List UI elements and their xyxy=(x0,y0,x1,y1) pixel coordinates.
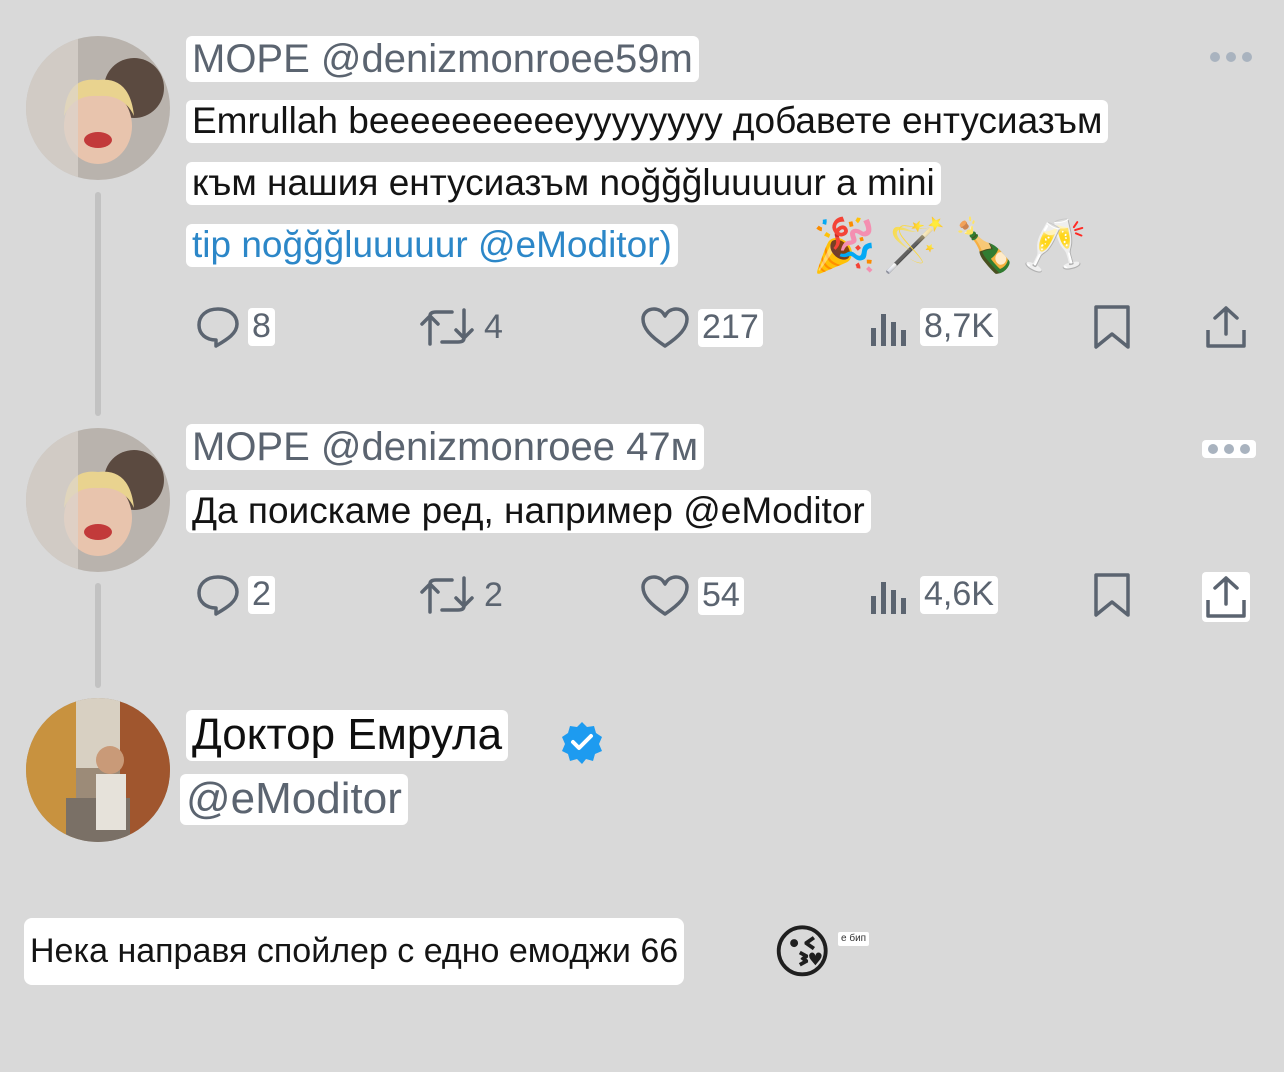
bookmark-button[interactable] xyxy=(1092,572,1132,618)
views-icon xyxy=(868,574,912,616)
avatar[interactable] xyxy=(26,698,170,842)
thread-line xyxy=(95,192,101,416)
retweet-icon xyxy=(418,574,476,616)
more-icon[interactable] xyxy=(1202,440,1256,458)
views-icon xyxy=(868,306,912,348)
party-popper-icon: 🎉 xyxy=(812,217,877,275)
retweet-icon xyxy=(418,306,476,348)
kiss-emoji-icon: 😘 xyxy=(772,920,833,985)
bookmark-icon xyxy=(1092,572,1132,618)
display-name[interactable]: Доктор Емрула xyxy=(186,710,509,761)
views-count: 8,7K xyxy=(920,307,998,346)
retweet-button[interactable]: 2 xyxy=(418,574,503,616)
reply-count: 2 xyxy=(248,575,275,614)
reply-text: Нека направя спойлер с едно емоджи 66 xyxy=(24,918,685,986)
like-icon xyxy=(640,574,690,618)
like-button[interactable]: 217 xyxy=(640,306,763,350)
magic-wand-icon: 🪄 xyxy=(882,217,947,275)
clinking-glasses-icon: 🥂 xyxy=(1022,217,1087,275)
avatar[interactable] xyxy=(26,428,170,572)
like-count: 217 xyxy=(698,308,763,347)
reply-button[interactable]: 8 xyxy=(196,306,275,348)
like-button[interactable]: 54 xyxy=(640,574,744,618)
views-button[interactable]: 8,7K xyxy=(868,306,998,348)
avatar[interactable] xyxy=(26,36,170,180)
small-label: е бип xyxy=(838,932,870,946)
share-icon xyxy=(1204,574,1248,620)
tweet-header: MOPE @denizmonroee 47м xyxy=(186,424,705,470)
champagne-bottle-icon: 🍾 xyxy=(952,217,1017,275)
reply-button[interactable]: 2 xyxy=(196,574,275,616)
reply-count: 8 xyxy=(248,307,275,346)
tweet-text-line: Emrullah beeeeeeeeeeyyyyyyyy добавете ен… xyxy=(186,100,1109,143)
share-button[interactable] xyxy=(1204,304,1248,350)
reply-icon xyxy=(196,306,240,348)
tweet-header: MOPE @denizmonroee59m xyxy=(186,36,699,82)
tweet-text-link[interactable]: tip noğğğluuuuur @eModitor) xyxy=(186,224,678,267)
like-icon xyxy=(640,306,690,350)
verified-badge-icon xyxy=(560,720,604,764)
bookmark-button[interactable] xyxy=(1092,304,1132,350)
retweet-count: 4 xyxy=(484,307,503,346)
tweet-text-line: към нашия ентусиазъм noğğğluuuuur a mini xyxy=(186,162,941,205)
share-icon xyxy=(1204,304,1248,350)
views-button[interactable]: 4,6K xyxy=(868,574,998,616)
thread-line xyxy=(95,583,101,688)
retweet-button[interactable]: 4 xyxy=(418,306,503,348)
retweet-count: 2 xyxy=(484,575,503,614)
share-button[interactable] xyxy=(1202,572,1250,622)
reply-icon xyxy=(196,574,240,616)
tweet-text-line: Да поискаме ред, например @eModitor xyxy=(186,490,871,533)
user-handle[interactable]: @eModitor xyxy=(180,774,408,825)
bookmark-icon xyxy=(1092,304,1132,350)
more-icon[interactable] xyxy=(1210,52,1252,62)
like-count: 54 xyxy=(698,576,744,615)
views-count: 4,6K xyxy=(920,575,998,614)
